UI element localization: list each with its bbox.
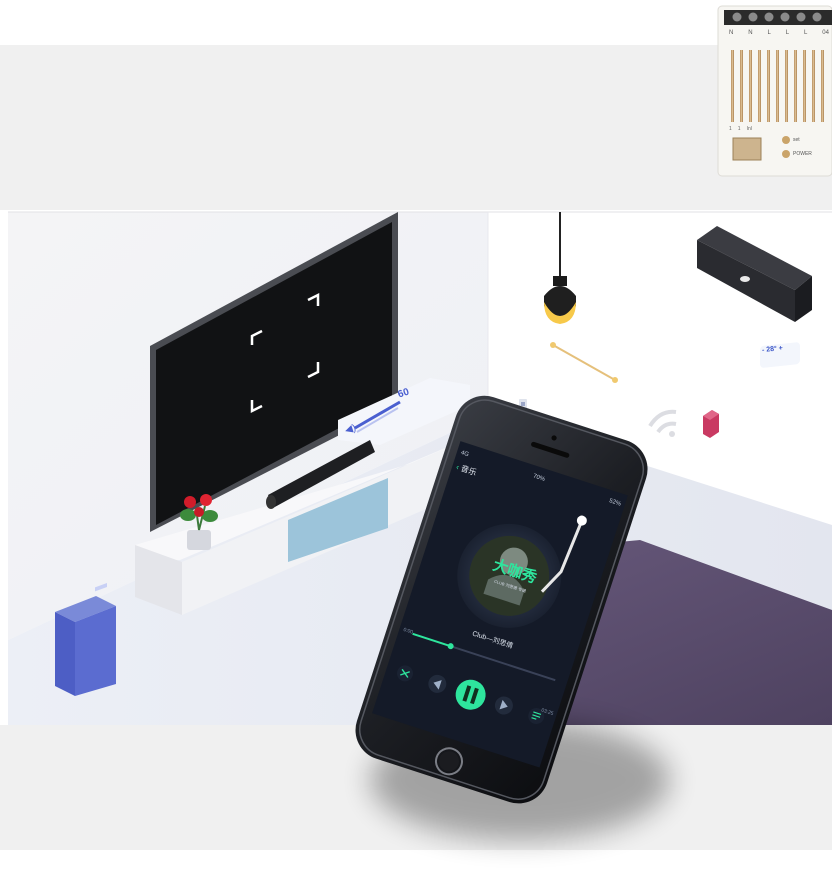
terminal-label: L	[804, 30, 808, 36]
module-mark: 1	[729, 126, 732, 132]
terminal-label: N	[729, 30, 734, 36]
module-mark: Inl	[746, 126, 752, 132]
module-left-marks: 1 1 Inl	[729, 126, 752, 132]
terminal-label: L	[785, 30, 790, 36]
terminal-label: 04	[822, 30, 829, 36]
terminal-label: N	[748, 30, 753, 36]
led-set-label: set	[793, 137, 800, 143]
led-power-label: POWER	[793, 151, 812, 157]
module-mark: 1	[737, 126, 741, 132]
terminal-labels: N N L L L 04	[729, 30, 829, 36]
smart-home-scene	[0, 0, 832, 850]
terminal-label: L	[767, 30, 771, 36]
top-band	[0, 45, 832, 210]
